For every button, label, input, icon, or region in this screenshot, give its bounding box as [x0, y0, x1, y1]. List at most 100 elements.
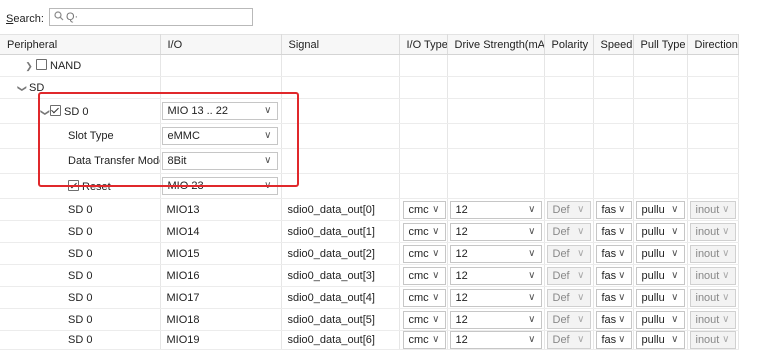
- polarity-select[interactable]: Def ∨: [546, 331, 591, 349]
- speed-select[interactable]: fas ∨: [595, 331, 632, 349]
- polarity-select[interactable]: Def ∨: [546, 266, 591, 285]
- chevron-down-icon: ∨: [432, 225, 440, 237]
- chevron-down-icon: ∨: [432, 247, 440, 259]
- tree-row-reset[interactable]: Reset MIO 23 ∨: [0, 173, 739, 199]
- search-input[interactable]: [66, 10, 246, 24]
- speed-select[interactable]: fas ∨: [595, 310, 632, 329]
- chevron-down-icon: ∨: [618, 225, 626, 237]
- col-direction[interactable]: Direction: [687, 34, 739, 55]
- slot-type-select[interactable]: eMMC ∨: [161, 127, 278, 145]
- chevron-down-icon: ∨: [722, 203, 730, 215]
- chevron-down-icon[interactable]: ❯: [40, 107, 51, 117]
- chevron-down-icon: ∨: [577, 334, 585, 345]
- direction-select[interactable]: inout ∨: [689, 266, 736, 285]
- chevron-down-icon: ∨: [671, 334, 679, 345]
- speed-select[interactable]: fas ∨: [595, 288, 632, 307]
- table-header: Peripheral I/O Signal I/O Type Drive Str…: [0, 34, 739, 55]
- sd0-io-select[interactable]: MIO 13 .. 22 ∨: [161, 102, 278, 120]
- sd0-checkbox[interactable]: [50, 104, 61, 116]
- pull-type-select[interactable]: pullu ∨: [635, 288, 685, 307]
- row-peripheral: SD 0: [0, 198, 161, 221]
- chevron-down-icon: ∨: [432, 269, 440, 281]
- col-peripheral[interactable]: Peripheral: [0, 34, 161, 55]
- direction-select[interactable]: inout ∨: [689, 200, 736, 219]
- drive-strength-select[interactable]: 12 ∨: [449, 266, 542, 285]
- row-signal: sdio0_data_out[5]: [281, 308, 400, 331]
- row-peripheral: SD 0: [0, 220, 161, 243]
- speed-select[interactable]: fas ∨: [595, 244, 632, 263]
- drive-strength-select[interactable]: 12 ∨: [449, 331, 542, 349]
- io-type-select[interactable]: cmc ∨: [402, 310, 446, 329]
- speed-select[interactable]: fas ∨: [595, 200, 632, 219]
- chevron-down-icon: ∨: [528, 225, 536, 237]
- reset-checkbox[interactable]: [68, 179, 79, 191]
- direction-select[interactable]: inout ∨: [689, 222, 736, 241]
- reset-io-select[interactable]: MIO 23 ∨: [161, 177, 278, 195]
- col-io-type[interactable]: I/O Type: [399, 34, 448, 55]
- chevron-down-icon[interactable]: ❯: [17, 81, 28, 95]
- row-signal: sdio0_data_out[3]: [281, 264, 400, 287]
- col-io[interactable]: I/O: [160, 34, 282, 55]
- pull-type-select[interactable]: pullu ∨: [635, 331, 685, 349]
- io-type-select[interactable]: cmc ∨: [402, 266, 446, 285]
- row-signal: sdio0_data_out[0]: [281, 198, 400, 221]
- search-bar: Search:: [0, 0, 778, 34]
- pin-rows: SD 0 MIO13 sdio0_data_out[0] cmc ∨ 12 ∨ Def ∨ fas…: [0, 198, 739, 350]
- polarity-select[interactable]: Def ∨: [546, 288, 591, 307]
- table-row[interactable]: SD 0 MIO15 sdio0_data_out[2] cmc ∨ 12 ∨ Def ∨ fas…: [0, 242, 739, 265]
- drive-strength-select[interactable]: 12 ∨: [449, 288, 542, 307]
- speed-select[interactable]: fas ∨: [595, 222, 632, 241]
- col-speed[interactable]: Speed: [593, 34, 634, 55]
- direction-select[interactable]: inout ∨: [689, 288, 736, 307]
- tree-row-sd[interactable]: ❯ SD: [0, 76, 739, 99]
- tree-row-sd0[interactable]: ❯ SD 0 MIO 13 .. 22 ∨: [0, 98, 739, 124]
- pull-type-select[interactable]: pullu ∨: [635, 244, 685, 263]
- search-field[interactable]: [49, 8, 253, 26]
- table-row[interactable]: SD 0 MIO18 sdio0_data_out[5] cmc ∨ 12 ∨ Def ∨ fas…: [0, 308, 739, 331]
- chevron-down-icon: ∨: [722, 313, 730, 325]
- polarity-select[interactable]: Def ∨: [546, 200, 591, 219]
- tree-row-nand[interactable]: ❯ NAND: [0, 54, 739, 77]
- chevron-down-icon: ∨: [618, 203, 626, 215]
- table-row[interactable]: SD 0 MIO14 sdio0_data_out[1] cmc ∨ 12 ∨ Def ∨ fas…: [0, 220, 739, 243]
- direction-select[interactable]: inout ∨: [689, 331, 736, 349]
- chevron-down-icon: ∨: [618, 334, 626, 345]
- row-io: MIO16: [160, 264, 282, 287]
- chevron-down-icon: ∨: [528, 291, 536, 303]
- io-type-select[interactable]: cmc ∨: [402, 200, 446, 219]
- io-type-select[interactable]: cmc ∨: [402, 331, 446, 349]
- drive-strength-select[interactable]: 12 ∨: [449, 222, 542, 241]
- table-row[interactable]: SD 0 MIO13 sdio0_data_out[0] cmc ∨ 12 ∨ Def ∨ fas…: [0, 198, 739, 221]
- io-type-select[interactable]: cmc ∨: [402, 244, 446, 263]
- table-row[interactable]: SD 0 MIO16 sdio0_data_out[3] cmc ∨ 12 ∨ Def ∨ fas…: [0, 264, 739, 287]
- io-type-select[interactable]: cmc ∨: [402, 222, 446, 241]
- pull-type-select[interactable]: pullu ∨: [635, 222, 685, 241]
- data-transfer-select[interactable]: 8Bit ∨: [161, 152, 278, 170]
- polarity-select[interactable]: Def ∨: [546, 222, 591, 241]
- chevron-down-icon: ∨: [528, 334, 536, 345]
- chevron-down-icon: ∨: [264, 155, 272, 166]
- col-drive-strength[interactable]: Drive Strength(mA): [447, 34, 545, 55]
- direction-select[interactable]: inout ∨: [689, 310, 736, 329]
- drive-strength-select[interactable]: 12 ∨: [449, 200, 542, 219]
- polarity-select[interactable]: Def ∨: [546, 310, 591, 329]
- col-polarity[interactable]: Polarity: [544, 34, 594, 55]
- col-pull-type[interactable]: Pull Type: [633, 34, 688, 55]
- speed-select[interactable]: fas ∨: [595, 266, 632, 285]
- pull-type-select[interactable]: pullu ∨: [635, 310, 685, 329]
- pull-type-select[interactable]: pullu ∨: [635, 266, 685, 285]
- drive-strength-select[interactable]: 12 ∨: [449, 244, 542, 263]
- chevron-down-icon: ∨: [577, 291, 585, 303]
- chevron-down-icon: ∨: [671, 225, 679, 237]
- chevron-right-icon[interactable]: ❯: [22, 61, 36, 72]
- polarity-select[interactable]: Def ∨: [546, 244, 591, 263]
- table-row[interactable]: SD 0 MIO17 sdio0_data_out[4] cmc ∨ 12 ∨ Def ∨ fas…: [0, 286, 739, 309]
- direction-select[interactable]: inout ∨: [689, 244, 736, 263]
- drive-strength-select[interactable]: 12 ∨: [449, 310, 542, 329]
- chevron-down-icon: ∨: [618, 291, 626, 303]
- col-signal[interactable]: Signal: [281, 34, 400, 55]
- nand-checkbox[interactable]: [36, 59, 47, 70]
- pull-type-select[interactable]: pullu ∨: [635, 200, 685, 219]
- io-type-select[interactable]: cmc ∨: [402, 288, 446, 307]
- chevron-down-icon: ∨: [671, 247, 679, 259]
